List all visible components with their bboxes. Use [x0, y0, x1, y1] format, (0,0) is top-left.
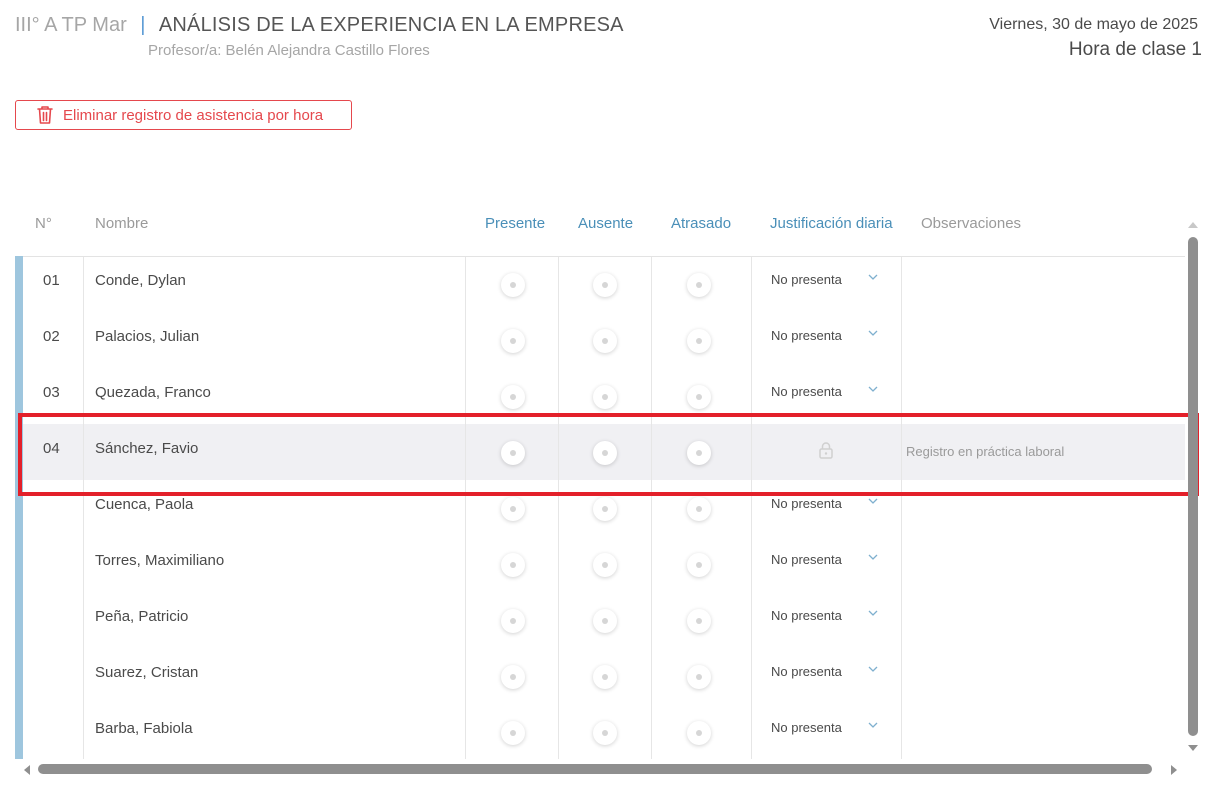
present-radio[interactable] [501, 721, 525, 745]
absent-radio[interactable] [593, 273, 617, 297]
chevron-down-icon[interactable] [868, 330, 878, 337]
late-radio[interactable] [687, 665, 711, 689]
present-radio[interactable] [501, 553, 525, 577]
scroll-right-arrow-icon[interactable] [1169, 764, 1179, 776]
justification-select[interactable]: No presenta [771, 384, 842, 399]
horizontal-scrollbar-thumb[interactable] [38, 764, 1152, 774]
absent-radio[interactable] [593, 497, 617, 521]
table-row: Suarez, Cristan No presenta [23, 648, 1185, 704]
scroll-left-arrow-icon[interactable] [22, 764, 32, 776]
justification-select[interactable]: No presenta [771, 272, 842, 287]
table-row: Peña, Patricio No presenta [23, 592, 1185, 648]
column-divider [558, 257, 559, 759]
column-header-observations: Observaciones [921, 215, 1022, 232]
row-number: 02 [43, 328, 60, 345]
absent-radio[interactable] [593, 609, 617, 633]
trash-icon [37, 106, 53, 124]
student-name: Torres, Maximiliano [95, 552, 225, 569]
column-divider [901, 257, 902, 759]
present-radio[interactable] [501, 329, 525, 353]
late-radio[interactable] [687, 553, 711, 577]
date-label: Viernes, 30 de mayo de 2025 [989, 16, 1198, 33]
justification-select[interactable]: No presenta [771, 608, 842, 623]
absent-radio[interactable] [593, 385, 617, 409]
late-radio[interactable] [687, 497, 711, 521]
justification-select[interactable]: No presenta [771, 328, 842, 343]
row-marker-bar [15, 256, 23, 759]
column-divider [83, 257, 84, 759]
justification-select[interactable]: No presenta [771, 664, 842, 679]
student-name: Palacios, Julian [95, 328, 200, 345]
chevron-down-icon[interactable] [868, 722, 878, 729]
chevron-down-icon[interactable] [868, 610, 878, 617]
present-radio[interactable] [501, 665, 525, 689]
table-header: N° Nombre Presente Ausente Atrasado Just… [0, 215, 1185, 235]
student-name: Peña, Patricio [95, 608, 189, 625]
class-hour-label: Hora de clase 1 [1068, 39, 1202, 60]
page-title: ANÁLISIS DE LA EXPERIENCIA EN LA EMPRESA [158, 14, 624, 36]
chevron-down-icon[interactable] [868, 274, 878, 281]
present-radio[interactable] [501, 385, 525, 409]
late-radio[interactable] [687, 609, 711, 633]
scroll-down-arrow-icon[interactable] [1186, 743, 1200, 753]
course-label: III° A TP Mar [15, 14, 127, 36]
column-header-late[interactable]: Atrasado [671, 215, 731, 232]
class-info: Viernes, 30 de mayo de 2025 Hora de clas… [989, 16, 1202, 61]
present-radio[interactable] [501, 497, 525, 521]
present-radio[interactable] [501, 609, 525, 633]
chevron-down-icon[interactable] [868, 498, 878, 505]
column-header-absent[interactable]: Ausente [578, 215, 633, 232]
justification-select[interactable]: No presenta [771, 496, 842, 511]
table-row: Torres, Maximiliano No presenta [23, 536, 1185, 592]
student-name: Barba, Fabiola [95, 720, 193, 737]
justification-select[interactable]: No presenta [771, 720, 842, 735]
column-divider [465, 257, 466, 759]
delete-attendance-label: Eliminar registro de asistencia por hora [63, 106, 324, 124]
late-radio[interactable] [687, 329, 711, 353]
column-header-justification: Justificación diaria [770, 215, 893, 232]
chevron-down-icon[interactable] [868, 666, 878, 673]
absent-radio[interactable] [593, 329, 617, 353]
absent-radio[interactable] [593, 665, 617, 689]
table-row: 02 Palacios, Julian No presenta [23, 312, 1185, 368]
student-name: Conde, Dylan [95, 272, 186, 289]
absent-radio[interactable] [593, 553, 617, 577]
vertical-scrollbar-thumb[interactable] [1188, 237, 1198, 736]
selection-highlight [18, 413, 1199, 496]
late-radio[interactable] [687, 721, 711, 745]
column-header-name[interactable]: Nombre [95, 215, 148, 232]
absent-radio[interactable] [593, 721, 617, 745]
column-divider [651, 257, 652, 759]
justification-select[interactable]: No presenta [771, 552, 842, 567]
chevron-down-icon[interactable] [868, 386, 878, 393]
teacher-label: Profesor/a: Belén Alejandra Castillo Flo… [148, 42, 430, 59]
late-radio[interactable] [687, 273, 711, 297]
page-header: III° A TP Mar | ANÁLISIS DE LA EXPERIENC… [15, 14, 624, 37]
table-row: Barba, Fabiola No presenta [23, 704, 1185, 760]
chevron-down-icon[interactable] [868, 554, 878, 561]
student-name: Suarez, Cristan [95, 664, 199, 681]
late-radio[interactable] [687, 385, 711, 409]
scroll-up-arrow-icon[interactable] [1186, 220, 1200, 230]
student-name: Cuenca, Paola [95, 496, 194, 513]
column-divider [751, 257, 752, 759]
column-header-num: N° [35, 215, 52, 232]
row-number: 01 [43, 272, 60, 289]
row-number: 03 [43, 384, 60, 401]
column-header-present[interactable]: Presente [485, 215, 545, 232]
delete-attendance-button[interactable]: Eliminar registro de asistencia por hora [15, 100, 352, 130]
present-radio[interactable] [501, 273, 525, 297]
table-row: 01 Conde, Dylan No presenta [23, 256, 1185, 312]
student-name: Quezada, Franco [95, 384, 211, 401]
header-separator: | [140, 14, 146, 36]
